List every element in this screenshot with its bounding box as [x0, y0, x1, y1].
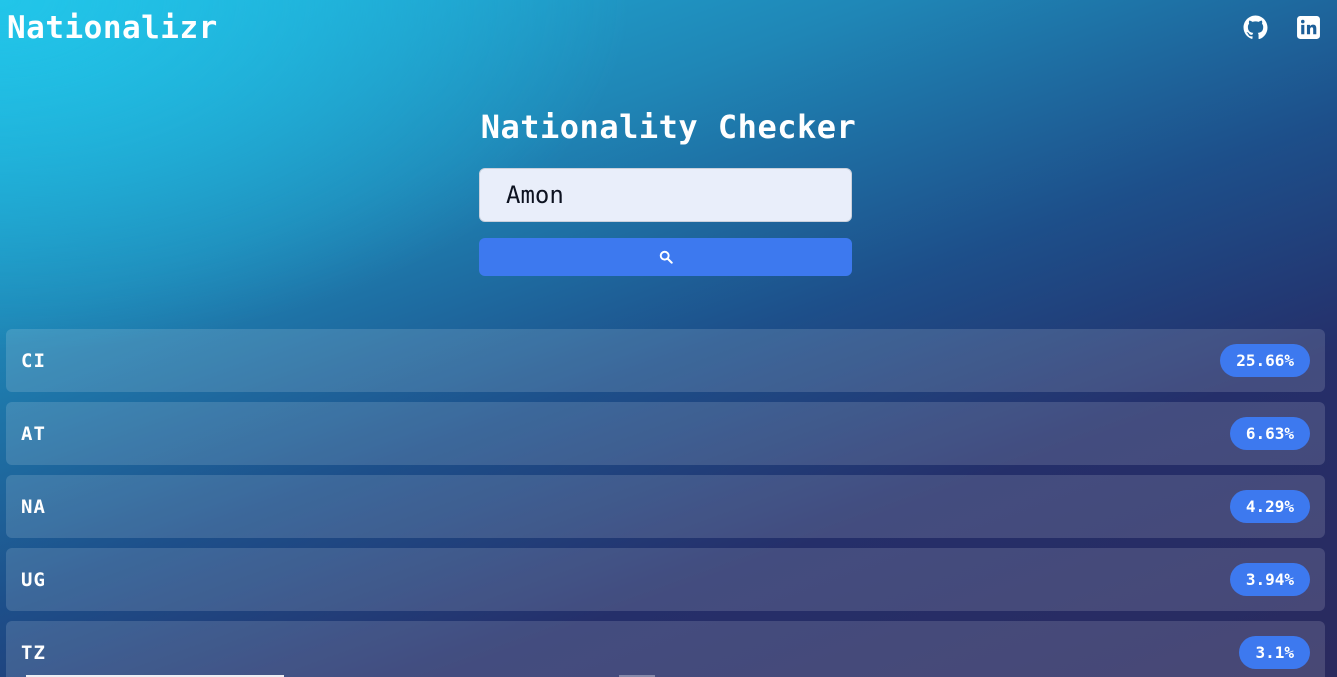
result-item: TZ 3.1%	[6, 621, 1325, 677]
linkedin-icon	[1297, 16, 1320, 39]
probability-badge: 4.29%	[1229, 490, 1310, 523]
search-icon	[659, 250, 673, 264]
results-list: CI 25.66% AT 6.63% NA 4.29% UG 3.94% TZ …	[6, 329, 1325, 677]
probability-badge: 25.66%	[1220, 344, 1310, 377]
result-item: AT 6.63%	[6, 402, 1325, 465]
page-title: Nationality Checker	[480, 108, 857, 146]
result-item: UG 3.94%	[6, 548, 1325, 611]
search-button[interactable]	[479, 238, 852, 276]
social-links	[1243, 15, 1321, 40]
name-search-input[interactable]	[479, 168, 852, 222]
probability-badge: 6.63%	[1229, 417, 1310, 450]
country-code: CI	[21, 349, 46, 372]
github-icon	[1243, 15, 1268, 40]
result-item: NA 4.29%	[6, 475, 1325, 538]
result-item: CI 25.66%	[6, 329, 1325, 392]
country-code: AT	[21, 422, 46, 445]
probability-badge: 3.1%	[1239, 636, 1310, 669]
country-code: TZ	[21, 641, 46, 664]
country-code: NA	[21, 495, 46, 518]
github-link[interactable]	[1243, 15, 1268, 40]
country-code: UG	[21, 568, 46, 591]
probability-badge: 3.94%	[1229, 563, 1310, 596]
brand-logo: Nationalizr	[7, 10, 218, 46]
linkedin-link[interactable]	[1296, 15, 1321, 40]
